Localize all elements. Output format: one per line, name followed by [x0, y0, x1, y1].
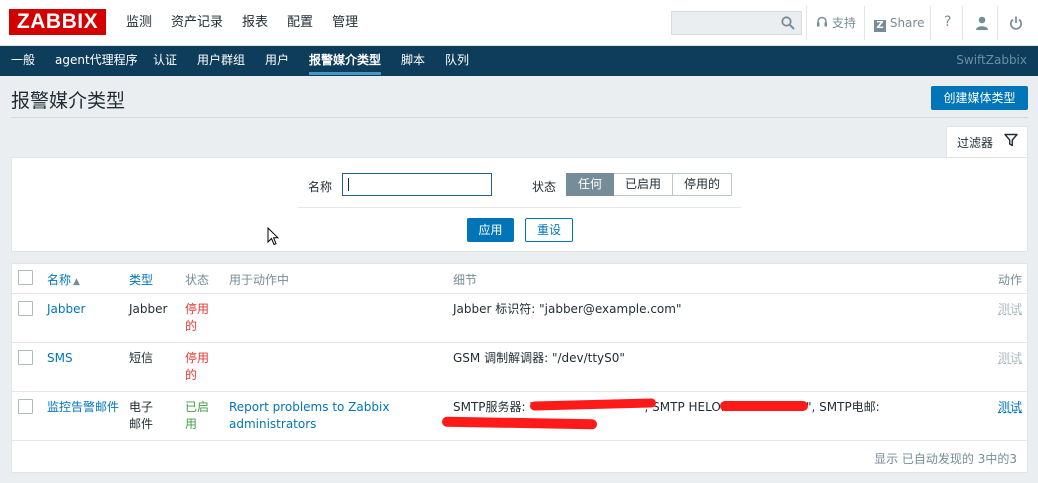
main-menu-configuration[interactable]: 配置	[287, 0, 313, 46]
header-divider	[11, 117, 1028, 118]
status-option-disabled[interactable]: 停用的	[672, 173, 732, 196]
share-link[interactable]: Z Share	[874, 15, 925, 32]
zabbix-logo[interactable]: ZABBIX	[9, 9, 106, 35]
row-details: GSM 调制解调器: "/dev/ttyS0"	[453, 351, 625, 365]
filter-tab-label: 过滤器	[957, 136, 994, 150]
table-paging-summary: 显示 已自动发现的 3中的3	[874, 452, 1017, 466]
row-action-link[interactable]: Report problems to Zabbix administrators	[229, 399, 409, 433]
share-label: Share	[889, 16, 925, 30]
column-header-details: 细节	[453, 273, 478, 287]
main-menu-administration[interactable]: 管理	[332, 0, 358, 46]
headset-icon	[817, 16, 827, 27]
column-header-status: 状态	[185, 273, 210, 287]
toolbar-divider	[806, 6, 807, 40]
main-menu-monitoring[interactable]: 监测	[126, 0, 152, 46]
sub-navigation-bar: 一般 agent代理程序 认证 用户群组 用户 报警媒介类型 脚本 队列 Swi…	[0, 46, 1038, 76]
column-header-type[interactable]: 类型	[129, 271, 153, 288]
row-name-sms[interactable]: SMS	[47, 350, 73, 367]
toolbar-divider	[864, 6, 865, 40]
row-type: Jabber	[129, 302, 168, 316]
submenu-queue[interactable]: 队列	[445, 46, 469, 76]
submenu-media-types[interactable]: 报警媒介类型	[309, 46, 382, 76]
row-test-link[interactable]: 测试	[998, 399, 1022, 416]
filter-status-label: 状态	[532, 180, 557, 194]
main-menu-inventory[interactable]: 资产记录	[171, 0, 223, 46]
submenu-general[interactable]: 一般	[11, 46, 35, 76]
server-name: SwiftZabbix	[956, 53, 1027, 67]
submenu-users[interactable]: 用户	[265, 46, 289, 76]
sort-ascending-icon: ▲	[73, 277, 80, 287]
row-checkbox-email[interactable]	[18, 399, 33, 414]
sign-out-icon[interactable]	[1009, 16, 1023, 30]
column-header-used-in-actions: 用于动作中	[229, 273, 290, 287]
support-link[interactable]: 支持	[816, 15, 856, 31]
submenu-user-groups[interactable]: 用户群组	[197, 46, 245, 76]
row-test-link[interactable]: 测试	[998, 350, 1022, 367]
filter-tab[interactable]: 过滤器	[946, 126, 1028, 158]
search-icon[interactable]	[781, 16, 795, 30]
row-checkbox-sms[interactable]	[18, 350, 33, 365]
column-header-name-label: 名称	[47, 273, 72, 287]
row-details: Jabber 标识符: "jabber@example.com"	[453, 302, 682, 316]
submenu-authentication[interactable]: 认证	[153, 46, 177, 76]
row-test-link[interactable]: 测试	[998, 301, 1022, 318]
select-all-checkbox[interactable]	[18, 270, 33, 285]
filter-name-input[interactable]	[342, 173, 492, 196]
status-option-enabled[interactable]: 已启用	[614, 173, 673, 196]
help-icon[interactable]: ?	[944, 14, 951, 30]
toolbar-divider	[930, 6, 931, 40]
share-z-icon: Z	[874, 20, 886, 32]
page-title: 报警媒介类型	[11, 90, 126, 112]
media-types-table	[11, 263, 1028, 473]
row-status-toggle[interactable]: 停用的	[185, 350, 215, 384]
toolbar-divider	[962, 6, 963, 40]
row-details-smtp-server: SMTP服务器: "	[453, 400, 535, 414]
status-option-any[interactable]: 任何	[566, 173, 614, 196]
user-profile-icon[interactable]	[975, 16, 989, 30]
row-name-jabber[interactable]: Jabber	[47, 301, 85, 318]
filter-divider	[298, 207, 741, 208]
reset-button[interactable]: 重设	[525, 218, 573, 242]
support-label: 支持	[831, 16, 856, 30]
table-header-divider	[12, 293, 1027, 294]
redaction-mark	[720, 401, 808, 411]
create-media-type-button[interactable]: 创建媒体类型	[931, 86, 1028, 110]
filter-panel	[11, 157, 1028, 252]
apply-button[interactable]: 应用	[467, 218, 514, 242]
toolbar-divider	[997, 6, 998, 40]
submenu-proxies[interactable]: agent代理程序	[55, 46, 138, 76]
main-menu-reports[interactable]: 报表	[242, 0, 268, 46]
table-row-divider	[12, 440, 1027, 441]
row-name-email[interactable]: 监控告警邮件	[47, 399, 119, 416]
row-type: 电子邮件	[129, 400, 154, 431]
filter-funnel-icon	[1004, 133, 1018, 147]
row-details-smtp-email: ", SMTP电邮:	[806, 400, 880, 414]
mouse-cursor-icon	[267, 227, 279, 246]
row-checkbox-jabber[interactable]	[18, 301, 33, 316]
search-input[interactable]	[671, 11, 802, 35]
text-caret	[348, 178, 349, 191]
column-header-name[interactable]: 名称 ▲	[47, 271, 80, 288]
table-row-divider	[12, 391, 1027, 392]
submenu-scripts[interactable]: 脚本	[401, 46, 425, 76]
top-navigation-bar: ZABBIX 监测 资产记录 报表 配置 管理 支持 Z Share ?	[0, 0, 1038, 46]
row-status-toggle[interactable]: 停用的	[185, 301, 215, 335]
filter-name-label: 名称	[308, 180, 333, 194]
table-row-divider	[12, 342, 1027, 343]
row-type: 短信	[129, 351, 154, 365]
main-menu: 监测 资产记录 报表 配置 管理	[126, 0, 377, 46]
row-status-toggle[interactable]: 已启用	[185, 399, 215, 433]
column-header-action: 动作	[998, 273, 1023, 287]
